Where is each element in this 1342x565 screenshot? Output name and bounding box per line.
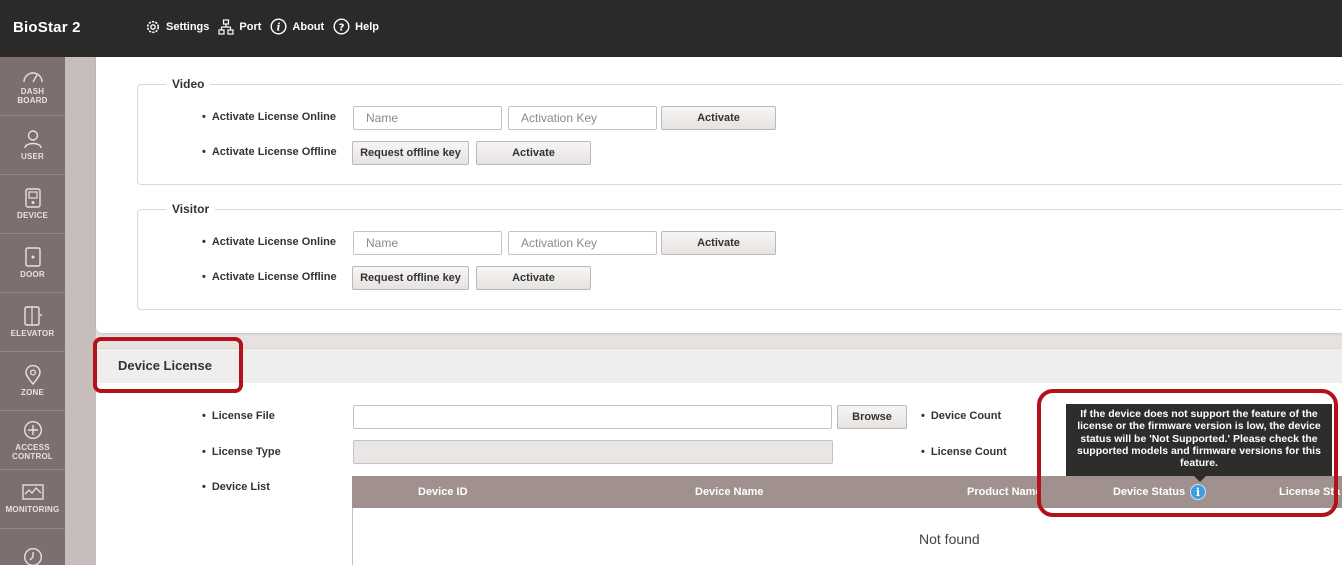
svg-text:i: i — [277, 23, 281, 34]
device-list-label: Device List — [202, 481, 270, 493]
help-icon: ? — [333, 18, 350, 35]
highlight-device-license — [93, 337, 243, 393]
sidebar-label: BOARD — [17, 95, 48, 105]
device-license-header — [96, 348, 1342, 383]
zone-icon — [24, 365, 41, 385]
sidebar-label: USER — [20, 152, 45, 161]
sidebar-label: DOOR — [20, 270, 45, 279]
user-icon — [23, 130, 42, 149]
info-icon: i — [270, 18, 287, 35]
license-file-input[interactable] — [353, 405, 832, 429]
top-bar: BioStar 2 Settings Port i About ? Help — [0, 0, 1342, 57]
video-request-offline-key-button[interactable]: Request offline key — [352, 141, 469, 165]
svg-text:?: ? — [339, 23, 345, 34]
sidebar-item-access-control[interactable]: ACCESS CONTROL — [0, 411, 65, 470]
sidebar: DASH BOARD USER DEVICE DOOR ELEVATOR ZONE… — [0, 57, 65, 565]
about-link[interactable]: i About — [270, 18, 324, 35]
sidebar-label: CONTROL — [12, 451, 53, 461]
visitor-request-offline-key-button[interactable]: Request offline key — [352, 266, 469, 290]
empty-state-text: Not found — [919, 531, 980, 547]
video-activate-online-button[interactable]: Activate — [661, 106, 776, 130]
settings-label: Settings — [166, 20, 210, 33]
help-link[interactable]: ? Help — [333, 18, 379, 35]
help-label: Help — [355, 20, 380, 33]
sidebar-item-door[interactable]: DOOR — [0, 234, 65, 293]
time-icon — [23, 547, 42, 565]
license-file-label: License File — [202, 410, 275, 422]
sidebar-item-monitoring[interactable]: MONITORING — [0, 470, 65, 529]
column-product-name[interactable]: Product Name — [967, 486, 1042, 498]
port-link[interactable]: Port — [218, 18, 262, 35]
dashboard-icon — [22, 71, 43, 82]
monitoring-icon — [21, 484, 44, 500]
license-type-label: License Type — [202, 446, 281, 458]
video-offline-label: Activate License Offline — [202, 146, 337, 158]
visitor-name-input[interactable] — [353, 231, 502, 255]
visitor-activate-offline-button[interactable]: Activate — [476, 266, 591, 290]
column-device-name[interactable]: Device Name — [695, 486, 764, 498]
video-activate-offline-button[interactable]: Activate — [476, 141, 591, 165]
license-count-label: License Count — [921, 446, 1007, 458]
visitor-offline-label: Activate License Offline — [202, 271, 337, 283]
elevator-icon — [23, 306, 42, 326]
access-control-icon — [23, 420, 42, 439]
sidebar-label: DEVICE — [17, 211, 48, 220]
column-device-id[interactable]: Device ID — [418, 486, 468, 498]
app-brand[interactable]: BioStar 2 — [13, 19, 81, 36]
port-label: Port — [239, 20, 262, 33]
settings-link[interactable]: Settings — [145, 19, 209, 35]
sidebar-label: DASH — [20, 86, 45, 96]
video-title: Video — [166, 77, 211, 91]
gear-icon — [146, 20, 160, 33]
sidebar-label: ZONE — [20, 388, 45, 397]
device-count-label: Device Count — [921, 410, 1001, 422]
sidebar-item-user[interactable]: USER — [0, 116, 65, 175]
about-label: About — [292, 20, 325, 33]
visitor-online-label: Activate License Online — [202, 236, 336, 248]
door-icon — [24, 247, 41, 267]
sidebar-label: ACCESS — [15, 442, 50, 452]
video-activation-key-input[interactable] — [508, 106, 657, 130]
video-fieldset: Video — [137, 77, 1342, 185]
sidebar-strip — [65, 57, 96, 565]
browse-button[interactable]: Browse — [837, 405, 907, 429]
license-type-field — [353, 440, 833, 464]
visitor-activate-online-button[interactable]: Activate — [661, 231, 776, 255]
video-online-label: Activate License Online — [202, 111, 336, 123]
sidebar-label: MONITORING — [5, 505, 60, 514]
sidebar-item-dashboard[interactable]: DASH BOARD — [0, 57, 65, 116]
visitor-fieldset: Visitor — [137, 202, 1342, 310]
visitor-title: Visitor — [166, 202, 216, 216]
video-name-input[interactable] — [353, 106, 502, 130]
highlight-device-status — [1037, 389, 1338, 517]
top-nav: Settings Port i About ? Help — [145, 18, 388, 35]
sidebar-label: ELEVATOR — [10, 329, 55, 338]
sidebar-item-time[interactable] — [0, 529, 65, 565]
sidebar-item-device[interactable]: DEVICE — [0, 175, 65, 234]
visitor-activation-key-input[interactable] — [508, 231, 657, 255]
network-icon — [218, 18, 235, 35]
device-icon — [24, 188, 41, 208]
sidebar-item-zone[interactable]: ZONE — [0, 352, 65, 411]
sidebar-item-elevator[interactable]: ELEVATOR — [0, 293, 65, 352]
